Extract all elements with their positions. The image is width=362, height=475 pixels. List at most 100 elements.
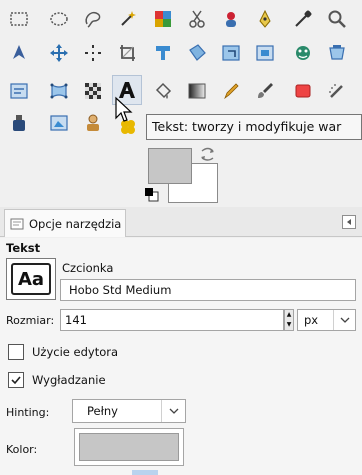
color-select-tool[interactable] [150, 6, 176, 32]
hinting-label: Hinting: [6, 406, 50, 419]
spin-down-icon[interactable]: ▼ [285, 320, 293, 330]
zoom-tool[interactable] [324, 6, 350, 32]
airbrush-icon [329, 84, 343, 98]
cage-transform-icon [329, 45, 345, 60]
ink-tool[interactable] [6, 110, 32, 136]
crop-icon [120, 45, 135, 61]
font-name-field[interactable]: Hobo Std Medium [60, 279, 356, 301]
paintbrush-icon [258, 83, 273, 98]
checkerboard-tool[interactable] [80, 78, 106, 104]
unified-transform-tool[interactable] [6, 78, 32, 104]
alignment-tool[interactable] [80, 40, 106, 66]
move-tool[interactable] [46, 40, 72, 66]
free-select-icon [85, 11, 101, 28]
color-picker-tool[interactable] [290, 6, 316, 32]
font-label: Czcionka [62, 261, 114, 275]
warp-transform-icon [50, 83, 68, 99]
perspective-icon [256, 45, 274, 61]
color-label: Kolor: [6, 443, 38, 456]
ellipse-select-icon [50, 12, 68, 26]
blend-icon [188, 83, 206, 99]
pencil-icon [224, 83, 239, 100]
default-colors-icon[interactable] [143, 186, 161, 204]
ink-icon [13, 115, 25, 131]
size-field[interactable]: 141 [60, 309, 284, 331]
free-select-tool[interactable] [80, 6, 106, 32]
swap-colors-icon[interactable] [199, 146, 217, 162]
shear-tool[interactable] [218, 40, 244, 66]
tab-tool-options[interactable]: Opcje narzędzia [4, 209, 126, 237]
tab-tool-options-label: Opcje narzędzia [29, 216, 122, 231]
text-color-button[interactable] [74, 428, 184, 466]
rotate-tool[interactable] [150, 40, 176, 66]
size-label: Rozmiar: [6, 314, 55, 327]
measure-icon [13, 45, 25, 59]
toolbox: Tekst: tworzy i modyfikuje war [0, 0, 362, 205]
checkerboard-icon [85, 83, 101, 99]
blend-tool[interactable] [184, 78, 210, 104]
unit-select-value: px [304, 313, 319, 327]
unit-select[interactable]: px [297, 309, 356, 331]
bucket-fill-tool[interactable] [150, 78, 176, 104]
rect-select-icon [10, 12, 28, 26]
font-preview-glyph: Aa [11, 263, 51, 295]
rotate-icon [156, 46, 170, 60]
spin-up-icon[interactable]: ▲ [285, 310, 293, 320]
fuzzy-select-tool[interactable] [115, 6, 141, 32]
hinting-select[interactable]: Pełny [72, 399, 186, 423]
foreground-color-swatch[interactable] [148, 148, 192, 184]
airbrush-tool[interactable] [324, 78, 350, 104]
foreground-select-icon [226, 12, 236, 27]
measure-tool[interactable] [6, 40, 32, 66]
flip-tool[interactable] [290, 40, 316, 66]
antialiasing-label: Wygładzanie [32, 373, 106, 387]
checkmark-icon [11, 376, 21, 385]
eraser-icon [295, 84, 311, 98]
mouse-cursor-icon [115, 96, 133, 122]
eraser-tool[interactable] [290, 78, 316, 104]
tool-options-icon [10, 218, 24, 229]
unified-transform-icon [10, 83, 28, 99]
paths-tool[interactable] [252, 6, 278, 32]
crop-tool[interactable] [115, 40, 141, 66]
scissors-select-icon [189, 10, 205, 28]
scale-icon [189, 44, 206, 61]
pencil-tool[interactable] [218, 78, 244, 104]
size-spinner[interactable]: ▲ ▼ [284, 309, 294, 331]
scissors-select-tool[interactable] [184, 6, 210, 32]
paths-icon [259, 9, 271, 28]
tab-menu-icon [347, 219, 351, 225]
warp-transform-tool[interactable] [46, 78, 72, 104]
mypaint-brush-icon [50, 115, 68, 131]
fuzzy-select-icon [121, 11, 136, 26]
move-icon [50, 44, 68, 62]
flip-icon [296, 46, 310, 60]
alignment-icon [85, 45, 101, 61]
cage-transform-tool[interactable] [324, 40, 350, 66]
mypaint-brush-tool[interactable] [46, 110, 72, 136]
clone-tool[interactable] [80, 110, 106, 136]
rect-select-tool[interactable] [6, 6, 32, 32]
bucket-fill-icon [155, 82, 172, 99]
tool-tooltip: Tekst: tworzy i modyfikuje war [146, 114, 362, 140]
perspective-tool[interactable] [252, 40, 278, 66]
antialiasing-checkbox[interactable]: Wygładzanie [8, 372, 106, 388]
chevron-down-icon [161, 400, 185, 422]
use-editor-label: Użycie edytora [32, 345, 119, 359]
options-section-title: Tekst [6, 241, 41, 255]
use-editor-checkbox-box[interactable] [8, 344, 24, 360]
clone-icon [87, 114, 99, 131]
tool-options-panel: Tekst Aa Czcionka Hobo Std Medium Rozmia… [0, 238, 362, 475]
panel-resize-handle[interactable] [132, 470, 158, 475]
font-preview-button[interactable]: Aa [6, 258, 56, 300]
scale-tool[interactable] [184, 40, 210, 66]
paintbrush-tool[interactable] [252, 78, 278, 104]
antialiasing-checkbox-box[interactable] [8, 372, 24, 388]
tab-menu-button[interactable] [342, 215, 356, 229]
ellipse-select-tool[interactable] [46, 6, 72, 32]
color-select-icon [155, 11, 171, 27]
use-editor-checkbox[interactable]: Użycie edytora [8, 344, 118, 360]
text-color-swatch [79, 433, 179, 461]
shear-icon [222, 45, 240, 61]
foreground-select-tool[interactable] [218, 6, 244, 32]
